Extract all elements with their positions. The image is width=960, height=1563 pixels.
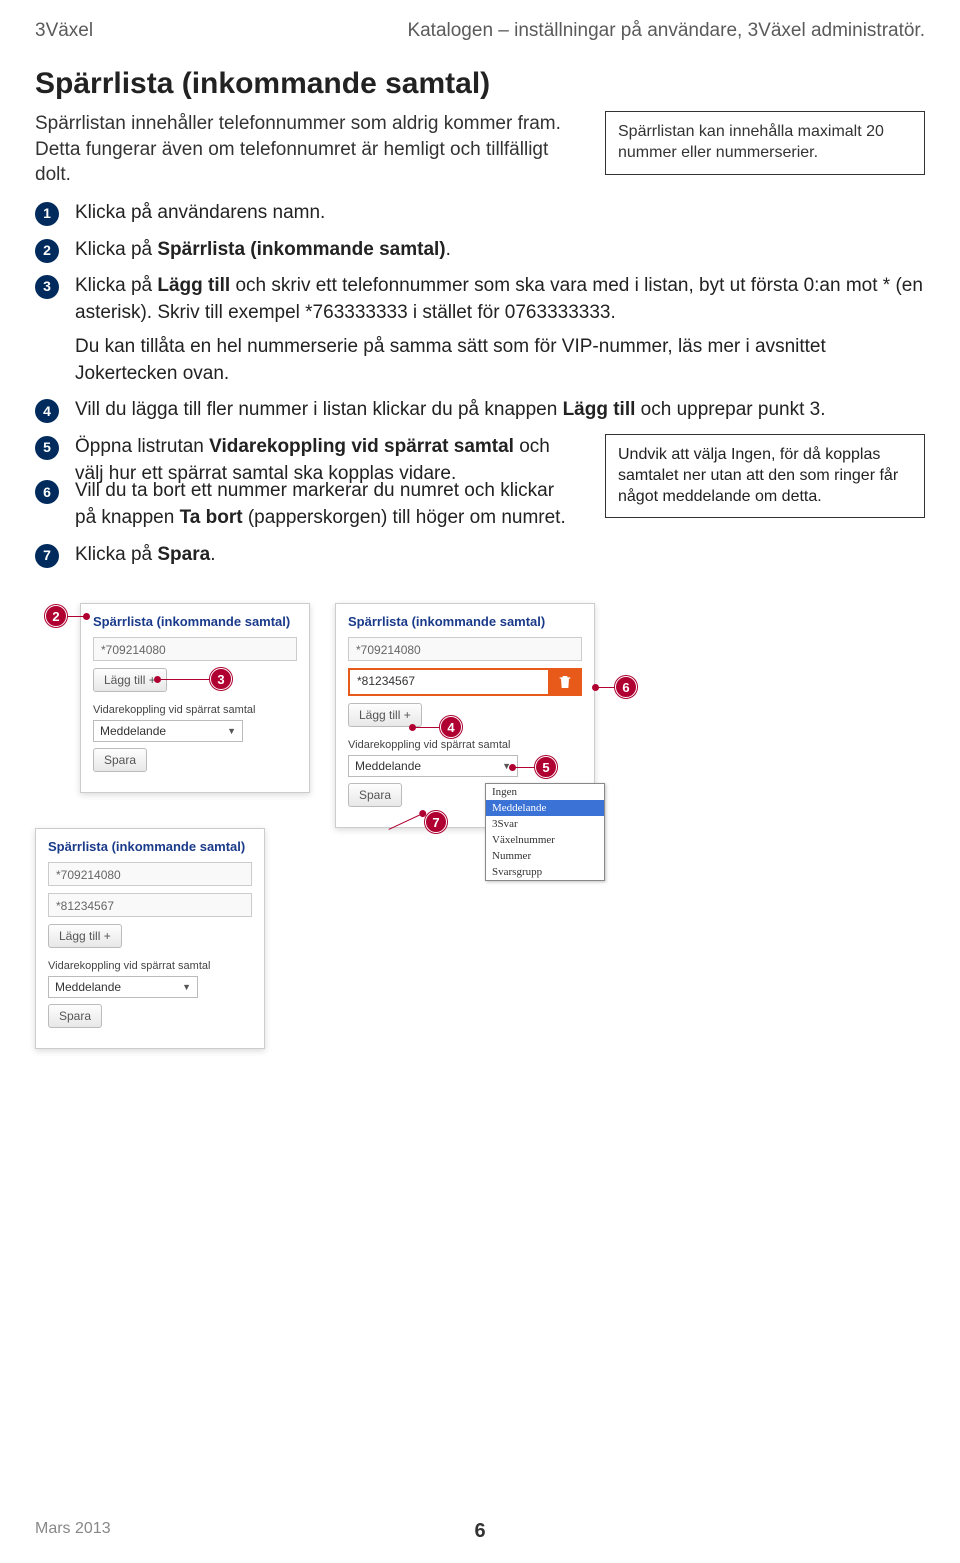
panelC-number1[interactable]: *709214080: [48, 862, 252, 886]
dropdown-opt-vaxelnummer[interactable]: Växelnummer: [486, 832, 604, 848]
fwd-dropdown-open[interactable]: Ingen Meddelande 3Svar Växelnummer Numme…: [485, 783, 605, 881]
panelB-number1[interactable]: *709214080: [348, 637, 582, 661]
step-4: Vill du lägga till fler nummer i listan …: [35, 397, 925, 424]
step4-a: Vill du lägga till fler nummer i listan …: [75, 399, 563, 420]
step-6: Vill du ta bort ett nummer markerar du n…: [35, 478, 575, 531]
step2-a: Klicka på: [75, 239, 157, 260]
panelC-fwd-select[interactable]: Meddelande ▼: [48, 976, 198, 998]
page-title: Spärrlista (inkommande samtal): [35, 67, 925, 101]
dropdown-opt-ingen[interactable]: Ingen: [486, 784, 604, 800]
panelC-fwd-label: Vidarekoppling vid spärrat samtal: [48, 960, 252, 972]
callout-7: 7: [425, 811, 447, 833]
callout-2: 2: [45, 605, 67, 627]
step7-b: Spara: [157, 544, 210, 565]
step2-b: Spärrlista (inkommande samtal): [157, 239, 445, 260]
panelC-save-button[interactable]: Spara: [48, 1004, 102, 1028]
panelB-delete-button[interactable]: [548, 668, 582, 696]
panelA-fwd-select[interactable]: Meddelande ▼: [93, 720, 243, 742]
dropdown-opt-nummer[interactable]: Nummer: [486, 848, 604, 864]
step4-c: och upprepar punkt 3.: [635, 399, 825, 420]
step3-b: Lägg till: [157, 275, 230, 296]
step2-c: .: [446, 239, 451, 260]
panelC-title[interactable]: Spärrlista (inkommande samtal): [36, 829, 264, 862]
step6-c: (papperskorgen) till höger om numret.: [243, 507, 566, 528]
sidebox-max-numbers: Spärrlistan kan innehålla maximalt 20 nu…: [605, 111, 925, 175]
sidebox-avoid-ingen: Undvik att välja Ingen, för då kopplas s…: [605, 434, 925, 518]
step5-a: Öppna listrutan: [75, 436, 209, 457]
step5-b: Vidarekoppling vid spärrat samtal: [209, 436, 514, 457]
dropdown-opt-meddelande[interactable]: Meddelande: [486, 800, 604, 816]
step3-a: Klicka på: [75, 275, 157, 296]
panelA-fwd-label: Vidarekoppling vid spärrat samtal: [93, 704, 297, 716]
panelB-title[interactable]: Spärrlista (inkommande samtal): [336, 604, 594, 637]
step-2: Klicka på Spärrlista (inkommande samtal)…: [35, 237, 925, 264]
callout-5-line: [510, 767, 535, 768]
dropdown-opt-3svar[interactable]: 3Svar: [486, 816, 604, 832]
panelB-number2-input[interactable]: *81234567: [348, 668, 548, 696]
panelB-save-button[interactable]: Spara: [348, 783, 402, 807]
step7-a: Klicka på: [75, 544, 157, 565]
intro-paragraph: Spärrlistan innehåller telefonnummer som…: [35, 111, 575, 188]
panelB-fwd-value: Meddelande: [355, 759, 421, 773]
panelA-number1[interactable]: *709214080: [93, 637, 297, 661]
panel-final: Spärrlista (inkommande samtal) *70921408…: [35, 828, 265, 1049]
header-right: Katalogen – inställningar på användare, …: [407, 20, 925, 42]
panelC-number2[interactable]: *81234567: [48, 893, 252, 917]
trash-icon: [557, 674, 573, 690]
callout-6-line: [593, 687, 615, 688]
panelA-title[interactable]: Spärrlista (inkommande samtal): [81, 604, 309, 637]
panelB-active-row: *81234567: [348, 668, 582, 696]
step4-b: Lägg till: [563, 399, 636, 420]
step7-c: .: [210, 544, 215, 565]
panelC-fwd-value: Meddelande: [55, 980, 121, 994]
callout-6: 6: [615, 676, 637, 698]
panelC-add-button[interactable]: Lägg till +: [48, 924, 122, 948]
chevron-down-icon: ▼: [182, 982, 191, 992]
step6-b: Ta bort: [180, 507, 243, 528]
panelB-fwd-label: Vidarekoppling vid spärrat samtal: [348, 739, 582, 751]
step-7: Klicka på Spara.: [35, 542, 925, 569]
step3-extra: Du kan tillåta en hel nummerserie på sam…: [75, 334, 925, 387]
chevron-down-icon: ▼: [227, 726, 236, 736]
callout-2-line: [67, 616, 89, 617]
step-1: Klicka på användarens namn.: [35, 200, 925, 227]
panel-initial: Spärrlista (inkommande samtal) *70921408…: [80, 603, 310, 793]
footer-date: Mars 2013: [35, 1520, 111, 1538]
panelA-save-button[interactable]: Spara: [93, 748, 147, 772]
footer-page-number: 6: [474, 1520, 485, 1543]
panelB-fwd-select[interactable]: Meddelande ▼: [348, 755, 518, 777]
callout-4-line: [410, 727, 440, 728]
callout-3-line: [155, 679, 210, 680]
header-left: 3Växel: [35, 20, 93, 42]
panelA-fwd-value: Meddelande: [100, 724, 166, 738]
dropdown-opt-svarsgrupp[interactable]: Svarsgrupp: [486, 864, 604, 880]
step-3: Klicka på Lägg till och skriv ett telefo…: [35, 273, 925, 387]
